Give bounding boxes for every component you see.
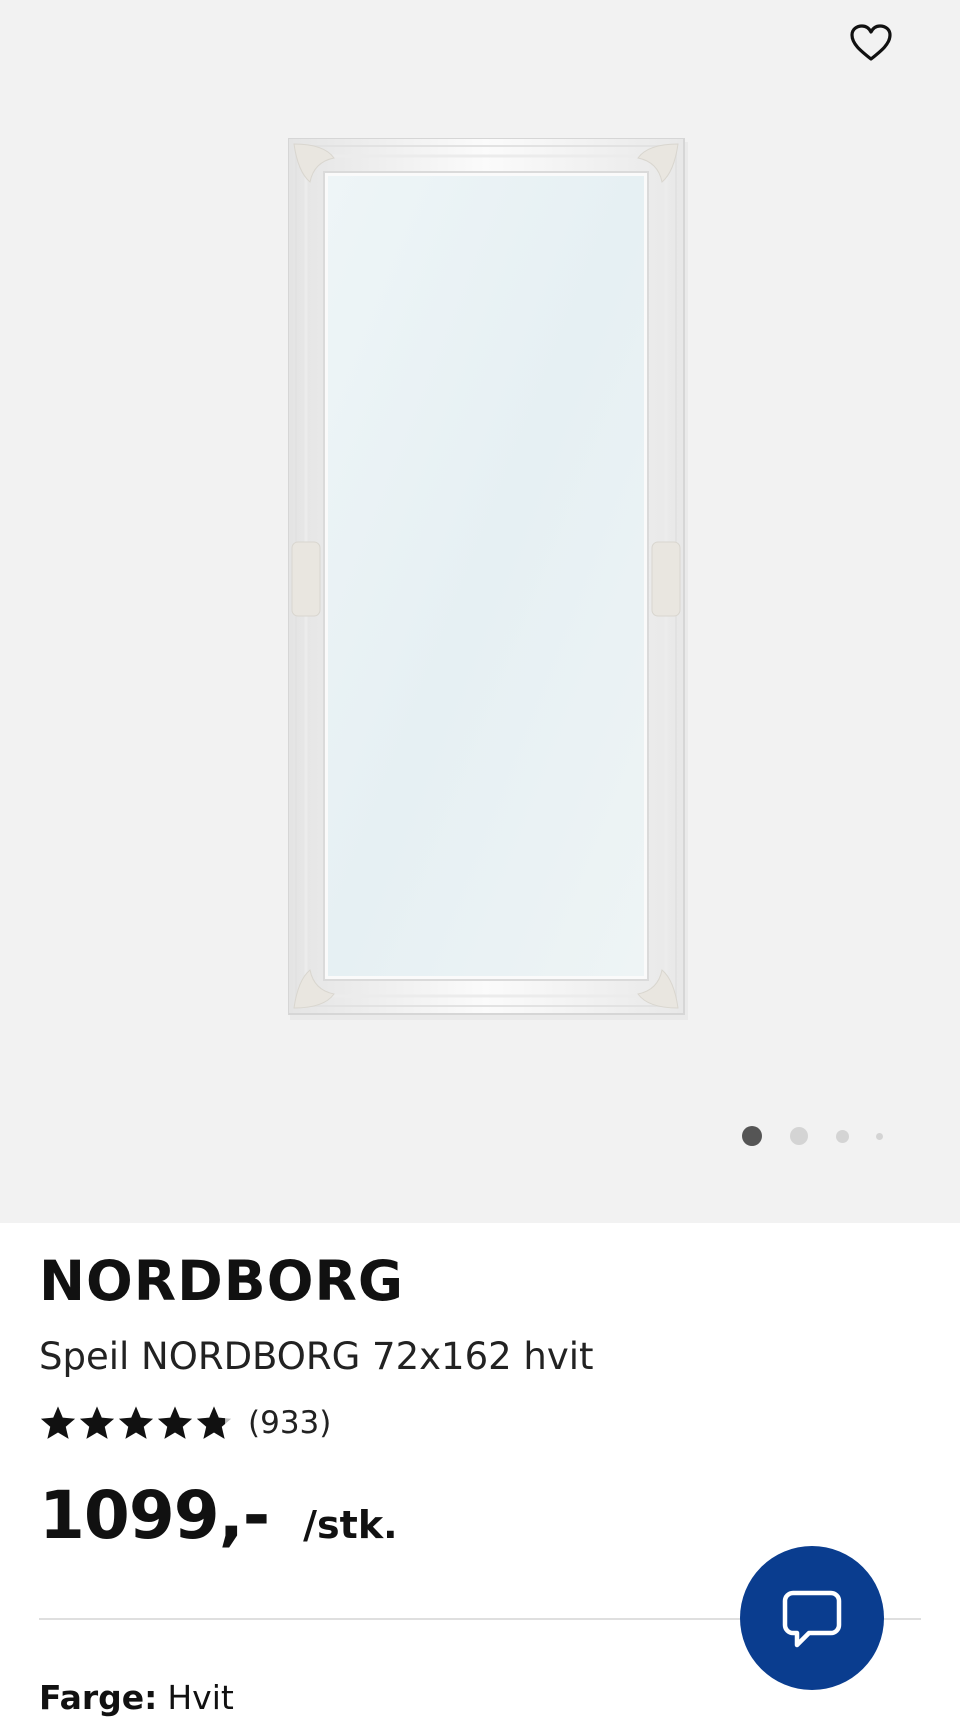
color-selector[interactable]: Farge: Hvit (39, 1676, 234, 1720)
star-icon (157, 1406, 193, 1439)
chat-button[interactable] (740, 1546, 884, 1690)
price-unit: /stk. (303, 1503, 398, 1547)
color-value: Hvit (167, 1678, 234, 1717)
carousel-dot-4[interactable] (876, 1133, 883, 1140)
color-label: Farge: (39, 1678, 158, 1717)
star-icon (118, 1406, 154, 1439)
carousel-dot-2[interactable] (790, 1127, 808, 1145)
star-partial-icon (196, 1406, 232, 1439)
heart-outline-icon (850, 24, 892, 61)
carousel-pagination[interactable] (0, 1126, 960, 1146)
rating-count[interactable]: (933) (248, 1405, 331, 1441)
price-amount: 1099,- (39, 1477, 270, 1554)
star-icon (79, 1406, 115, 1439)
product-price: 1099,- /stk. (39, 1477, 398, 1554)
product-subtitle: Speil NORDBORG 72x162 hvit (39, 1335, 594, 1378)
favorite-button[interactable] (842, 18, 900, 68)
product-image-gallery[interactable] (0, 0, 960, 1223)
product-page: NORDBORG Speil NORDBORG 72x162 hvit (933… (0, 0, 960, 1736)
star-icon (40, 1406, 76, 1439)
rating-stars (39, 1404, 234, 1442)
carousel-dot-1[interactable] (742, 1126, 762, 1146)
chat-bubble-icon (782, 1590, 842, 1648)
product-brand-title: NORDBORG (39, 1249, 404, 1313)
carousel-dot-3[interactable] (836, 1130, 849, 1143)
product-rating[interactable]: (933) (39, 1398, 331, 1448)
product-image-mirror (288, 138, 688, 1020)
